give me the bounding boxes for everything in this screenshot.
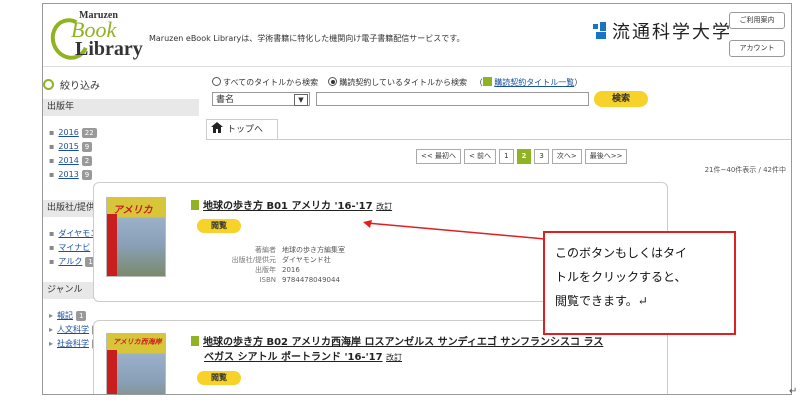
browser-frame: Maruzen Book Library Maruzen eBook Libra… — [42, 3, 792, 395]
results-count: 21件~40件表示 / 42件中 — [704, 166, 786, 174]
filter-item-alc[interactable]: ▪ アルク 1 — [49, 256, 96, 267]
book-green-icon — [191, 200, 199, 210]
home-icon — [211, 122, 223, 133]
pager-prev[interactable]: < 前へ — [463, 149, 497, 164]
tagline: Maruzen eBook Libraryは、学術書籍に特化した機関向け電子書籍… — [149, 34, 465, 43]
search-button[interactable]: 検索 — [594, 91, 648, 107]
book-meta: 著編者 地球の歩き方編集室 出版社/提供元 ダイヤモンド社 出版年 2016 ISBN… — [231, 246, 345, 284]
callout-arrow-icon — [363, 220, 546, 240]
university-name: 流通科学大学 — [612, 22, 732, 43]
breadcrumb-top[interactable]: トップへ — [206, 119, 278, 139]
filter-title: 絞り込み — [43, 77, 100, 92]
pager-next[interactable]: 次へ> — [551, 149, 582, 164]
account-button[interactable]: アカウント — [729, 40, 785, 57]
help-button[interactable]: ご利用案内 — [729, 12, 785, 29]
header: Maruzen Book Library Maruzen eBook Libra… — [43, 4, 791, 67]
filter-item-2014[interactable]: ▪ 2014 2 — [49, 156, 93, 166]
university-mark-icon — [593, 22, 607, 40]
search-scope: すべてのタイトルから検索 購読契約しているタイトルから検索 （ 購読契約タイトル… — [212, 77, 582, 88]
logo-library-text: Library — [75, 38, 143, 60]
maruzen-ebook-library-logo[interactable]: Maruzen Book Library — [44, 10, 149, 66]
chevron-down-icon[interactable]: ▼ — [294, 94, 308, 106]
search-input[interactable] — [316, 92, 589, 106]
book-title-link[interactable]: 地球の歩き方 B02 アメリカ西海岸 ロスアンゼルス サンディエゴ サンフランシ… — [191, 333, 603, 348]
filter-item-2015[interactable]: ▪ 2015 9 — [49, 142, 93, 152]
book-cover[interactable]: アメリカ西海岸 — [106, 333, 166, 394]
filter-ring-icon — [43, 79, 54, 90]
pager-last[interactable]: 最後へ>> — [584, 149, 628, 164]
pager-page-3[interactable]: 3 — [534, 149, 549, 164]
book-green-icon — [191, 336, 199, 346]
filter-item-2016[interactable]: ▪ 2016 22 — [49, 128, 97, 138]
view-button[interactable]: 閲覧 — [197, 371, 241, 385]
scope-contracted-radio[interactable]: 購読契約しているタイトルから検索 — [328, 77, 467, 87]
paragraph-mark: ↵ — [789, 386, 798, 397]
pager-first[interactable]: << 最初へ — [416, 149, 461, 164]
scope-all-radio[interactable]: すべてのタイトルから検索 — [212, 77, 318, 87]
list-green-icon — [482, 77, 492, 86]
pager-page-2[interactable]: 2 — [516, 149, 532, 164]
book-cover[interactable]: アメリカ — [106, 197, 166, 277]
book-title-link-line2[interactable]: ベガス シアトル ポートランド '16-'17 改訂 — [204, 348, 402, 363]
search-field-select[interactable]: 書名 ▼ — [212, 92, 310, 106]
contracted-list-link[interactable]: 購読契約タイトル一覧 — [494, 78, 574, 87]
instruction-callout: このボタンもしくはタイ トルをクリックすると、 閲覧できます。↵ — [543, 231, 736, 335]
filter-section-year[interactable]: 出版年 — [43, 99, 199, 116]
university-logo: 流通科学大学 — [593, 18, 732, 44]
pager-page-1[interactable]: 1 — [499, 149, 514, 164]
view-button[interactable]: 閲覧 — [197, 219, 241, 233]
filter-item-2013[interactable]: ▪ 2013 9 — [49, 170, 93, 180]
breadcrumb: トップへ — [206, 119, 791, 140]
filter-item-genre-1[interactable]: ▸ 報記 1 — [49, 310, 87, 321]
pagination: << 最初へ < 前へ 1 2 3 次へ> 最後へ>> — [416, 149, 628, 164]
book-title-link[interactable]: 地球の歩き方 B01 アメリカ '16-'17 改訂 — [191, 197, 392, 212]
